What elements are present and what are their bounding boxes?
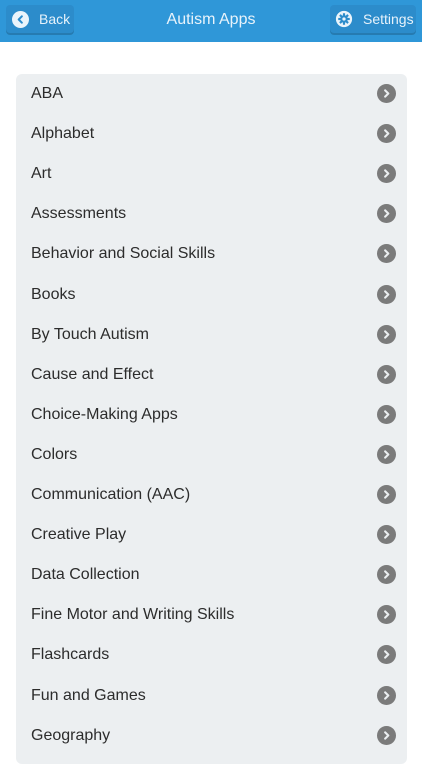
category-list: ABA Alphabet Art Assessments Behavior and So… xyxy=(16,74,407,764)
chevron-right-icon xyxy=(377,364,396,384)
list-item[interactable]: By Touch Autism xyxy=(16,315,407,355)
chevron-right-icon xyxy=(377,725,396,745)
chevron-right-icon xyxy=(377,84,396,103)
list-item[interactable]: Communication (AAC) xyxy=(16,475,407,515)
settings-button[interactable]: Settings xyxy=(330,5,416,33)
list-item[interactable]: Choice-Making Apps xyxy=(16,395,407,435)
list-item[interactable]: Colors xyxy=(16,435,407,475)
list-item[interactable]: Flashcards xyxy=(16,635,407,675)
list-item-label: Colors xyxy=(31,445,78,463)
chevron-right-icon xyxy=(377,645,396,665)
list-item-label: Creative Play xyxy=(31,526,127,544)
chevron-right-icon xyxy=(377,324,396,344)
list-item[interactable]: Books xyxy=(16,275,407,315)
list-item-label: Assessments xyxy=(31,205,127,223)
list-item[interactable]: Fine Motor and Writing Skills xyxy=(16,595,407,635)
chevron-right-icon xyxy=(377,164,396,184)
navigation-bar: Autism Apps Back Settings xyxy=(0,0,422,42)
list-item-label: ABA xyxy=(31,85,64,102)
list-item[interactable]: ABA xyxy=(16,74,407,114)
list-item[interactable]: Data Collection xyxy=(16,555,407,595)
list-item-label: Art xyxy=(31,165,52,183)
chevron-right-icon xyxy=(377,204,396,224)
chevron-right-icon xyxy=(377,404,396,424)
chevron-right-icon xyxy=(377,485,396,504)
list-item[interactable]: Art xyxy=(16,154,407,194)
chevron-right-icon xyxy=(377,244,396,264)
list-item-label: Books xyxy=(31,285,76,303)
back-label: Back xyxy=(39,11,71,27)
list-item[interactable]: Fun and Games xyxy=(16,676,407,716)
gear-icon xyxy=(335,10,353,28)
list-item-label: Alphabet xyxy=(31,125,95,143)
list-item-label: By Touch Autism xyxy=(31,325,149,343)
list-item-label: Flashcards xyxy=(31,646,110,664)
settings-label: Settings xyxy=(363,11,414,27)
list-item[interactable]: Cause and Effect xyxy=(16,355,407,395)
list-item-label: Fun and Games xyxy=(31,686,146,704)
chevron-right-icon xyxy=(377,124,396,144)
list-item-label: Cause and Effect xyxy=(31,365,154,383)
list-item[interactable]: Creative Play xyxy=(16,515,407,555)
list-item-label: Fine Motor and Writing Skills xyxy=(31,606,235,624)
chevron-right-icon xyxy=(377,565,396,585)
chevron-right-icon xyxy=(377,444,396,464)
chevron-right-icon xyxy=(377,685,396,705)
back-button[interactable]: Back xyxy=(6,5,74,33)
list-item[interactable]: Assessments xyxy=(16,194,407,234)
list-item[interactable]: Alphabet xyxy=(16,114,407,154)
list-item-label: Communication (AAC) xyxy=(31,486,191,503)
chevron-right-icon xyxy=(377,284,396,304)
list-item-label: Choice-Making Apps xyxy=(31,405,178,423)
list-item-label: Behavior and Social Skills xyxy=(31,245,216,263)
list-item-label: Data Collection xyxy=(31,566,140,584)
chevron-right-icon xyxy=(377,605,396,625)
chevron-left-icon xyxy=(12,10,29,28)
list-item-label: Geography xyxy=(31,726,111,744)
chevron-right-icon xyxy=(377,525,396,545)
list-item[interactable]: Behavior and Social Skills xyxy=(16,234,407,274)
